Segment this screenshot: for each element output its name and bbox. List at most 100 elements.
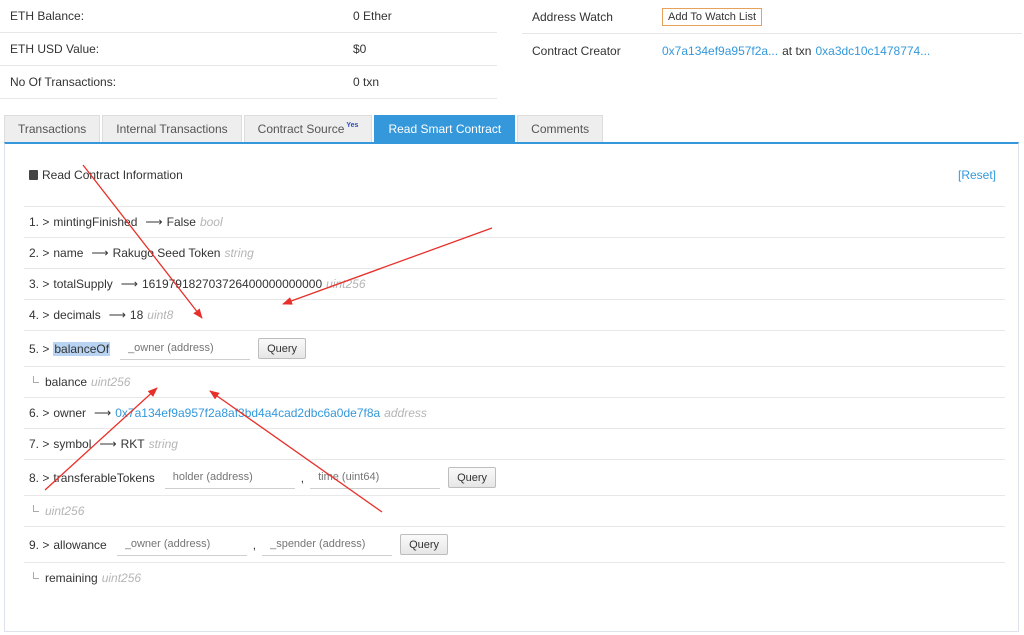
function-name: transferableTokens (53, 470, 155, 485)
tree-corner-icon (33, 571, 39, 579)
owner-address-link[interactable]: 0x7a134ef9a957f2a8af3bd4a4cad2dbc6a0de7f… (115, 406, 380, 420)
function-type: string (224, 246, 254, 260)
function-output-remaining: remaining uint256 (24, 562, 1005, 593)
output-name: remaining (45, 571, 98, 585)
function-row-name: 2. > name ⟶ Rakugo Seed Token string (24, 237, 1005, 268)
eth-balance-value: 0 Ether (353, 9, 392, 23)
function-list: 1. > mintingFinished ⟶ False bool 2. > n… (24, 206, 1005, 593)
function-output-transferable: uint256 (24, 495, 1005, 526)
function-value: 18 (129, 308, 144, 322)
function-value: Rakugo Seed Token (112, 246, 221, 260)
verified-badge: Yes (346, 121, 359, 129)
arrow-icon: ⟶ (120, 277, 138, 291)
arrow-icon: ⟶ (94, 406, 112, 420)
read-contract-panel: Read Contract Information [Reset] 1. > m… (4, 142, 1019, 632)
at-txn-text: at txn (782, 43, 812, 58)
function-name: balanceOf (53, 341, 111, 356)
eth-balance-label: ETH Balance: (10, 9, 85, 23)
function-row-symbol: 7. > symbol ⟶ RKT string (24, 428, 1005, 459)
function-name: name (53, 246, 84, 260)
function-row-balance-of: 5. > balanceOf Query (24, 330, 1005, 366)
tab-label: Transactions (18, 122, 87, 136)
eth-usd-value: $0 (353, 42, 367, 56)
function-number: 9. > (29, 537, 50, 552)
function-type: string (148, 437, 178, 451)
time-input[interactable] (310, 466, 441, 489)
function-row-owner: 6. > owner ⟶ 0x7a134ef9a957f2a8af3bd4a4c… (24, 397, 1005, 428)
output-type: uint256 (91, 375, 131, 389)
function-output-balance: balance uint256 (24, 366, 1005, 397)
function-value: 161979182703726400000000000 (141, 277, 323, 291)
address-watch-label: Address Watch (532, 9, 613, 24)
tab-label: Read Smart Contract (388, 122, 502, 136)
function-row-allowance: 9. > allowance , Query (24, 526, 1005, 562)
function-value: False (166, 215, 196, 229)
panel-heading: Read Contract Information (29, 168, 183, 182)
output-name: balance (45, 375, 88, 389)
function-row-decimals: 4. > decimals ⟶ 18 uint8 (24, 299, 1005, 330)
reset-link[interactable]: [Reset] (958, 168, 996, 182)
function-number: 1. > (29, 215, 50, 229)
tx-count-value: 0 txn (353, 75, 380, 89)
param-separator: , (300, 470, 305, 485)
query-button[interactable]: Query (448, 467, 497, 488)
query-button[interactable]: Query (400, 534, 449, 555)
function-name: symbol (53, 437, 92, 451)
tab-label: Contract Source (257, 122, 345, 136)
tab-transactions[interactable]: Transactions (4, 115, 101, 143)
function-type: uint8 (147, 308, 174, 322)
output-type: uint256 (101, 571, 142, 585)
holder-address-input[interactable] (164, 466, 295, 489)
tab-label: Internal Transactions (116, 122, 228, 136)
function-name: decimals (53, 308, 101, 322)
tab-contract-source[interactable]: Contract Source Yes (243, 115, 373, 143)
arrow-icon: ⟶ (145, 215, 163, 229)
tree-corner-icon (33, 375, 39, 383)
creator-txn-link[interactable]: 0xa3dc10c1478774... (815, 44, 930, 58)
output-type: uint256 (45, 504, 85, 518)
arrow-icon: ⟶ (108, 308, 126, 322)
eth-balance-row: ETH Balance: 0 Ether (0, 0, 497, 33)
tab-comments[interactable]: Comments (517, 115, 604, 143)
spender-address-input[interactable] (262, 533, 393, 556)
function-number: 4. > (29, 308, 50, 322)
owner-address-input[interactable] (120, 337, 251, 360)
book-icon (29, 170, 38, 180)
address-overview: ETH Balance: 0 Ether ETH USD Value: $0 N… (0, 0, 1024, 115)
tx-count-label: No Of Transactions: (10, 75, 117, 89)
contract-creator-label: Contract Creator (532, 43, 621, 58)
tab-read-smart-contract[interactable]: Read Smart Contract (374, 115, 516, 143)
function-number: 3. > (29, 277, 50, 291)
function-name: mintingFinished (53, 215, 138, 229)
address-watch-row: Address Watch Add To Watch List (522, 0, 1022, 33)
function-number: 7. > (29, 437, 50, 451)
function-name: owner (53, 406, 87, 420)
function-row-minting-finished: 1. > mintingFinished ⟶ False bool (24, 206, 1005, 237)
contract-creator-row: Contract Creator 0x7a134ef9a957f2a... at… (522, 34, 1022, 67)
tab-internal-transactions[interactable]: Internal Transactions (102, 115, 242, 143)
tab-label: Comments (531, 122, 590, 136)
function-number: 6. > (29, 406, 50, 420)
function-type: uint256 (326, 277, 366, 291)
function-number: 8. > (29, 470, 50, 485)
function-type: address (384, 406, 427, 420)
function-row-transferable-tokens: 8. > transferableTokens , Query (24, 459, 1005, 495)
function-name: allowance (53, 537, 107, 552)
arrow-icon: ⟶ (99, 437, 117, 451)
arrow-icon: ⟶ (91, 246, 109, 260)
eth-usd-label: ETH USD Value: (10, 42, 100, 56)
function-number: 5. > (29, 341, 50, 356)
tree-corner-icon (33, 504, 39, 512)
tx-count-row: No Of Transactions: 0 txn (0, 66, 497, 99)
function-row-total-supply: 3. > totalSupply ⟶ 161979182703726400000… (24, 268, 1005, 299)
query-button[interactable]: Query (258, 338, 307, 359)
tab-bar: Transactions Internal Transactions Contr… (4, 115, 605, 143)
function-name: totalSupply (53, 277, 113, 291)
owner-address-input[interactable] (116, 533, 247, 556)
eth-usd-row: ETH USD Value: $0 (0, 33, 497, 66)
add-to-watch-list-button[interactable]: Add To Watch List (662, 7, 763, 26)
function-number: 2. > (29, 246, 50, 260)
creator-address-link[interactable]: 0x7a134ef9a957f2a... (662, 44, 778, 58)
panel-title: Read Contract Information (42, 168, 183, 182)
param-separator: , (252, 537, 257, 552)
